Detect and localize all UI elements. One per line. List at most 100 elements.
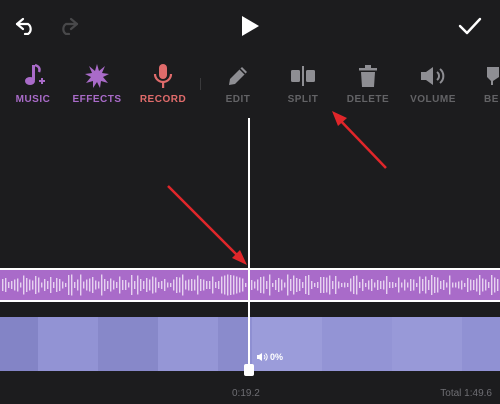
waveform-bar bbox=[17, 278, 19, 292]
trash-icon bbox=[359, 65, 377, 87]
waveform-bar bbox=[146, 278, 148, 292]
waveform-bar bbox=[353, 276, 355, 294]
waveform-bar bbox=[74, 282, 76, 288]
playhead-handle[interactable] bbox=[244, 364, 254, 376]
tool-partial-label: BE bbox=[484, 94, 499, 105]
redo-button[interactable] bbox=[52, 10, 84, 42]
waveform-bar bbox=[494, 277, 496, 293]
waveform-bar bbox=[338, 281, 340, 289]
tool-effects-label: EFFECTS bbox=[72, 94, 122, 105]
waveform-bar bbox=[422, 279, 424, 291]
waveform-bar bbox=[179, 277, 181, 293]
waveform-bar bbox=[182, 274, 184, 296]
waveform-bar bbox=[380, 281, 382, 289]
video-frame bbox=[0, 317, 38, 371]
waveform-bar bbox=[293, 275, 295, 295]
tool-volume[interactable]: VOLUME bbox=[396, 62, 470, 114]
waveform-bar bbox=[497, 279, 499, 291]
waveform-bar bbox=[404, 279, 406, 291]
waveform-bar bbox=[368, 280, 370, 290]
tool-partial[interactable]: BE bbox=[467, 62, 500, 114]
top-bar bbox=[0, 0, 500, 52]
waveform-bar bbox=[464, 283, 466, 287]
waveform-bar bbox=[305, 276, 307, 294]
microphone-icon bbox=[153, 64, 173, 88]
starburst-icon bbox=[85, 64, 109, 88]
waveform-bar bbox=[116, 282, 118, 288]
waveform-bar bbox=[209, 281, 211, 289]
tool-edit[interactable]: EDIT bbox=[201, 62, 275, 114]
checkmark-icon bbox=[458, 17, 482, 35]
tool-split[interactable]: SPLIT bbox=[266, 62, 340, 114]
waveform-bar bbox=[53, 282, 55, 288]
waveform-bar bbox=[275, 280, 277, 290]
waveform-bar bbox=[29, 279, 31, 291]
waveform-bar bbox=[56, 278, 58, 292]
waveform-bar bbox=[470, 279, 472, 291]
waveform-bar bbox=[77, 279, 79, 291]
audio-track[interactable] bbox=[0, 268, 500, 302]
waveform-bar bbox=[326, 277, 328, 293]
undo-button[interactable] bbox=[10, 10, 42, 42]
waveform-bar bbox=[227, 274, 229, 296]
playhead[interactable] bbox=[248, 118, 250, 371]
waveform-bar bbox=[374, 282, 376, 288]
waveform-bar bbox=[323, 277, 325, 293]
waveform-bar bbox=[68, 275, 70, 295]
waveform-bar bbox=[14, 279, 16, 291]
waveform-bar bbox=[158, 282, 160, 288]
waveform-bar bbox=[137, 275, 139, 295]
waveform-bar bbox=[401, 282, 403, 288]
waveform-bar bbox=[47, 281, 49, 289]
waveform-bar bbox=[140, 279, 142, 291]
waveform-bar bbox=[8, 282, 10, 288]
waveform-bar bbox=[446, 282, 448, 288]
tool-volume-label: VOLUME bbox=[410, 94, 456, 105]
waveform-bar bbox=[41, 282, 43, 288]
waveform-bar bbox=[344, 282, 346, 288]
waveform-bar bbox=[284, 282, 286, 288]
waveform-bar bbox=[83, 281, 85, 289]
waveform-bar bbox=[488, 282, 490, 288]
waveform-bar bbox=[50, 277, 52, 293]
waveform-bar bbox=[467, 278, 469, 292]
waveform-bar bbox=[224, 275, 226, 295]
waveform-bar bbox=[449, 275, 451, 295]
video-frame bbox=[392, 317, 462, 371]
waveform-bar bbox=[23, 275, 25, 295]
waveform-bar bbox=[26, 278, 28, 292]
waveform-bar bbox=[119, 276, 121, 294]
waveform-bar bbox=[155, 277, 157, 293]
waveform-bar bbox=[113, 280, 115, 290]
tool-record[interactable]: RECORD bbox=[126, 62, 200, 114]
waveform-bar bbox=[128, 282, 130, 288]
waveform-bar bbox=[296, 278, 298, 292]
tool-split-label: SPLIT bbox=[287, 94, 319, 105]
waveform-bar bbox=[65, 283, 67, 287]
done-button[interactable] bbox=[454, 10, 486, 42]
waveform-bar bbox=[95, 280, 97, 290]
waveform-bar bbox=[413, 279, 415, 291]
waveform-bar bbox=[98, 281, 100, 289]
waveform-bar bbox=[290, 279, 292, 291]
tool-effects[interactable]: EFFECTS bbox=[60, 62, 134, 114]
audio-waveform bbox=[2, 274, 499, 296]
waveform-bar bbox=[419, 276, 421, 294]
waveform-bar bbox=[251, 280, 253, 290]
waveform-bar bbox=[281, 279, 283, 291]
tool-delete[interactable]: DELETE bbox=[331, 62, 405, 114]
waveform-bar bbox=[317, 282, 319, 288]
waveform-bar bbox=[101, 274, 103, 296]
waveform-bar bbox=[188, 279, 190, 291]
video-track[interactable] bbox=[0, 317, 500, 371]
clip-volume-badge: 0% bbox=[256, 352, 283, 362]
waveform-bar bbox=[386, 276, 388, 294]
waveform-bar bbox=[92, 277, 94, 293]
waveform-bar bbox=[215, 282, 217, 288]
waveform-bar bbox=[62, 281, 64, 289]
waveform-bar bbox=[272, 283, 274, 287]
waveform-bar bbox=[314, 283, 316, 287]
waveform-bar bbox=[32, 280, 34, 290]
play-button[interactable] bbox=[234, 10, 266, 42]
edit-toolbar: MUSIC EFFECTS RECORD EDIT SPLIT DELETE V… bbox=[0, 52, 500, 118]
